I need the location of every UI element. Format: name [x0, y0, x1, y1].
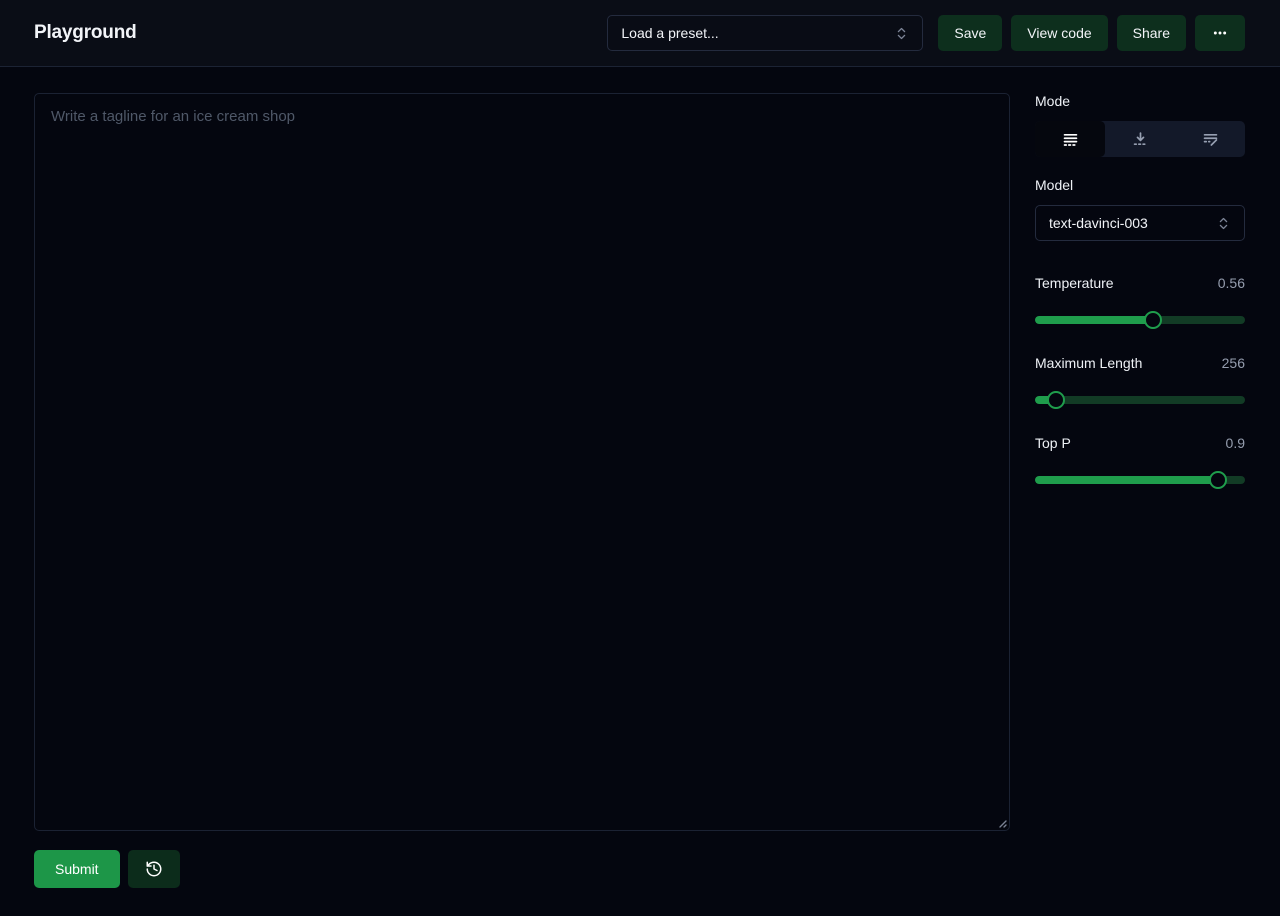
mode-tab-edit[interactable]	[1175, 121, 1245, 157]
settings-sidebar: Mode Model	[1035, 93, 1245, 915]
editor-column: Submit	[34, 93, 1010, 915]
chevrons-up-down-icon	[1216, 216, 1231, 231]
header-actions: Load a preset... Save View code Share	[607, 15, 1245, 51]
temperature-value: 0.56	[1218, 275, 1245, 291]
history-button[interactable]	[128, 850, 180, 888]
temperature-label: Temperature	[1035, 275, 1114, 291]
page-title: Playground	[34, 22, 137, 44]
ellipsis-icon	[1212, 25, 1228, 41]
slider-track	[1035, 396, 1245, 404]
top-p-slider-thumb[interactable]	[1209, 471, 1227, 489]
chevrons-up-down-icon	[894, 26, 909, 41]
maximum-length-slider-thumb[interactable]	[1047, 391, 1065, 409]
main-content: Submit Mode	[0, 67, 1280, 915]
maximum-length-group: Maximum Length 256	[1035, 355, 1245, 409]
load-preset-placeholder: Load a preset...	[621, 25, 718, 41]
temperature-slider-thumb[interactable]	[1144, 311, 1162, 329]
mode-tablist	[1035, 121, 1245, 157]
more-options-button[interactable]	[1195, 15, 1245, 51]
temperature-slider[interactable]	[1035, 311, 1245, 329]
edit-mode-icon	[1202, 131, 1219, 148]
slider-fill	[1035, 476, 1218, 484]
save-button[interactable]: Save	[938, 15, 1002, 51]
maximum-length-label: Maximum Length	[1035, 355, 1142, 371]
load-preset-select[interactable]: Load a preset...	[607, 15, 923, 51]
model-select[interactable]: text-davinci-003	[1035, 205, 1245, 241]
prompt-textarea[interactable]	[34, 93, 1010, 831]
top-p-slider[interactable]	[1035, 471, 1245, 489]
mode-tab-insert[interactable]	[1105, 121, 1175, 157]
share-button[interactable]: Share	[1117, 15, 1186, 51]
maximum-length-value: 256	[1222, 355, 1245, 371]
editor-footer: Submit	[34, 850, 1010, 915]
complete-mode-icon	[1062, 131, 1079, 148]
header: Playground Load a preset... Save View co…	[0, 0, 1280, 67]
history-icon	[145, 860, 163, 878]
insert-mode-icon	[1132, 131, 1149, 148]
model-selected-value: text-davinci-003	[1049, 215, 1148, 231]
mode-label: Mode	[1035, 93, 1245, 109]
top-p-label: Top P	[1035, 435, 1071, 451]
view-code-button[interactable]: View code	[1011, 15, 1107, 51]
slider-fill	[1035, 316, 1153, 324]
slider-track	[1035, 316, 1245, 324]
model-label: Model	[1035, 177, 1245, 193]
top-p-value: 0.9	[1226, 435, 1245, 451]
prompt-editor-wrap	[34, 93, 1010, 831]
submit-button[interactable]: Submit	[34, 850, 120, 888]
maximum-length-slider[interactable]	[1035, 391, 1245, 409]
mode-tab-complete[interactable]	[1035, 121, 1105, 157]
top-p-group: Top P 0.9	[1035, 435, 1245, 489]
temperature-group: Temperature 0.56	[1035, 275, 1245, 329]
